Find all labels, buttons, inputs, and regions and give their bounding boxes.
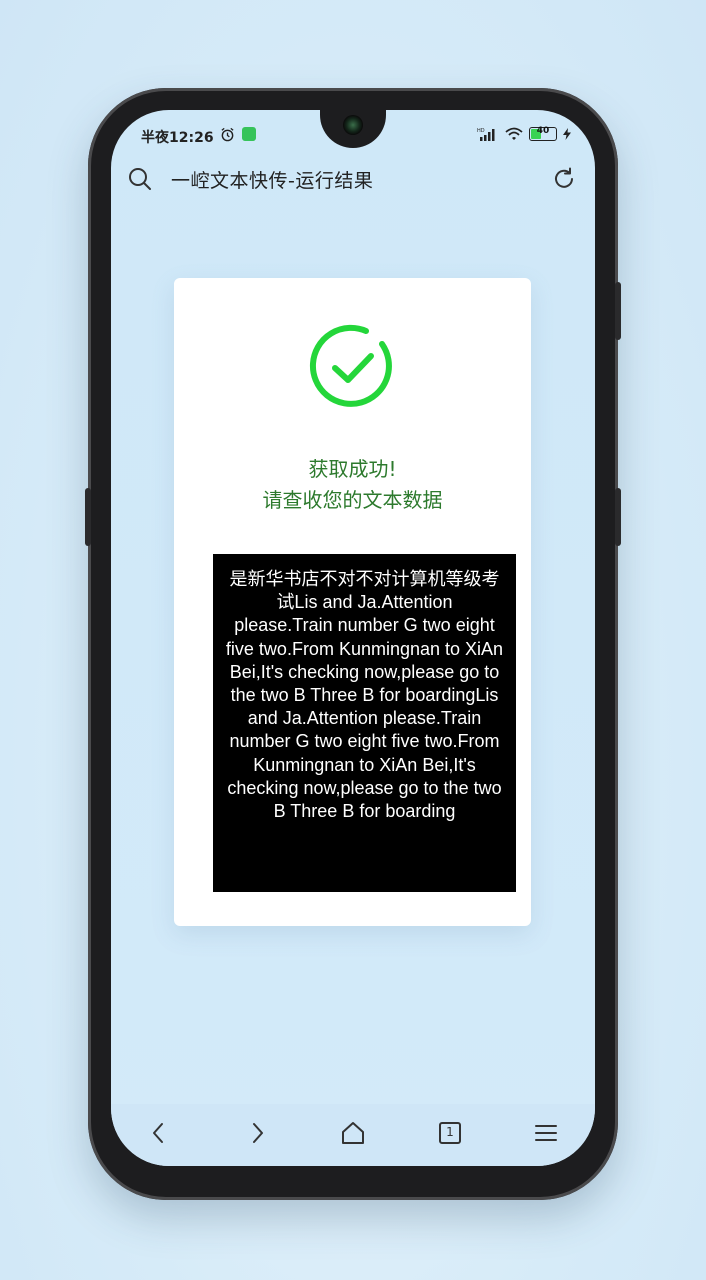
refresh-icon[interactable] <box>551 166 577 192</box>
hd-signal-icon: HD <box>477 128 495 141</box>
side-button <box>615 488 621 546</box>
message-icon <box>242 127 256 141</box>
result-card: 获取成功! 请查收您的文本数据 是新华书店不对不对计算机等级考试Lis and … <box>174 278 531 926</box>
battery-icon: 40 <box>529 126 557 141</box>
side-button <box>85 488 91 546</box>
wifi-icon <box>505 127 523 140</box>
phone-screen: 半夜12:26 HD 40 一崆文本快传-运行结果 获取成功! 请查收您的文本数… <box>111 110 595 1166</box>
tab-count: 1 <box>446 1125 454 1139</box>
svg-text:HD: HD <box>477 128 485 134</box>
page-title: 一崆文本快传-运行结果 <box>171 170 374 192</box>
home-icon[interactable] <box>338 1118 368 1148</box>
front-camera <box>343 115 363 135</box>
menu-icon[interactable] <box>531 1118 561 1148</box>
status-right: HD 40 <box>477 126 571 142</box>
charging-icon <box>563 128 571 140</box>
bottom-navigation-bar: 1 <box>111 1104 595 1166</box>
battery-level: 40 <box>536 126 550 136</box>
search-icon[interactable] <box>127 166 153 192</box>
success-subtitle: 请查收您的文本数据 <box>262 488 443 512</box>
check-circle-icon <box>309 324 392 407</box>
browser-toolbar: 一崆文本快传-运行结果 <box>111 158 595 202</box>
side-button <box>615 282 621 340</box>
back-icon[interactable] <box>144 1118 174 1148</box>
alarm-icon <box>221 127 234 142</box>
status-time: 半夜12:26 <box>141 130 214 146</box>
tabs-icon[interactable]: 1 <box>435 1118 465 1148</box>
forward-icon[interactable] <box>242 1118 272 1148</box>
received-text[interactable]: 是新华书店不对不对计算机等级考试Lis and Ja.Attention ple… <box>213 554 516 892</box>
success-title: 获取成功! <box>308 457 397 481</box>
